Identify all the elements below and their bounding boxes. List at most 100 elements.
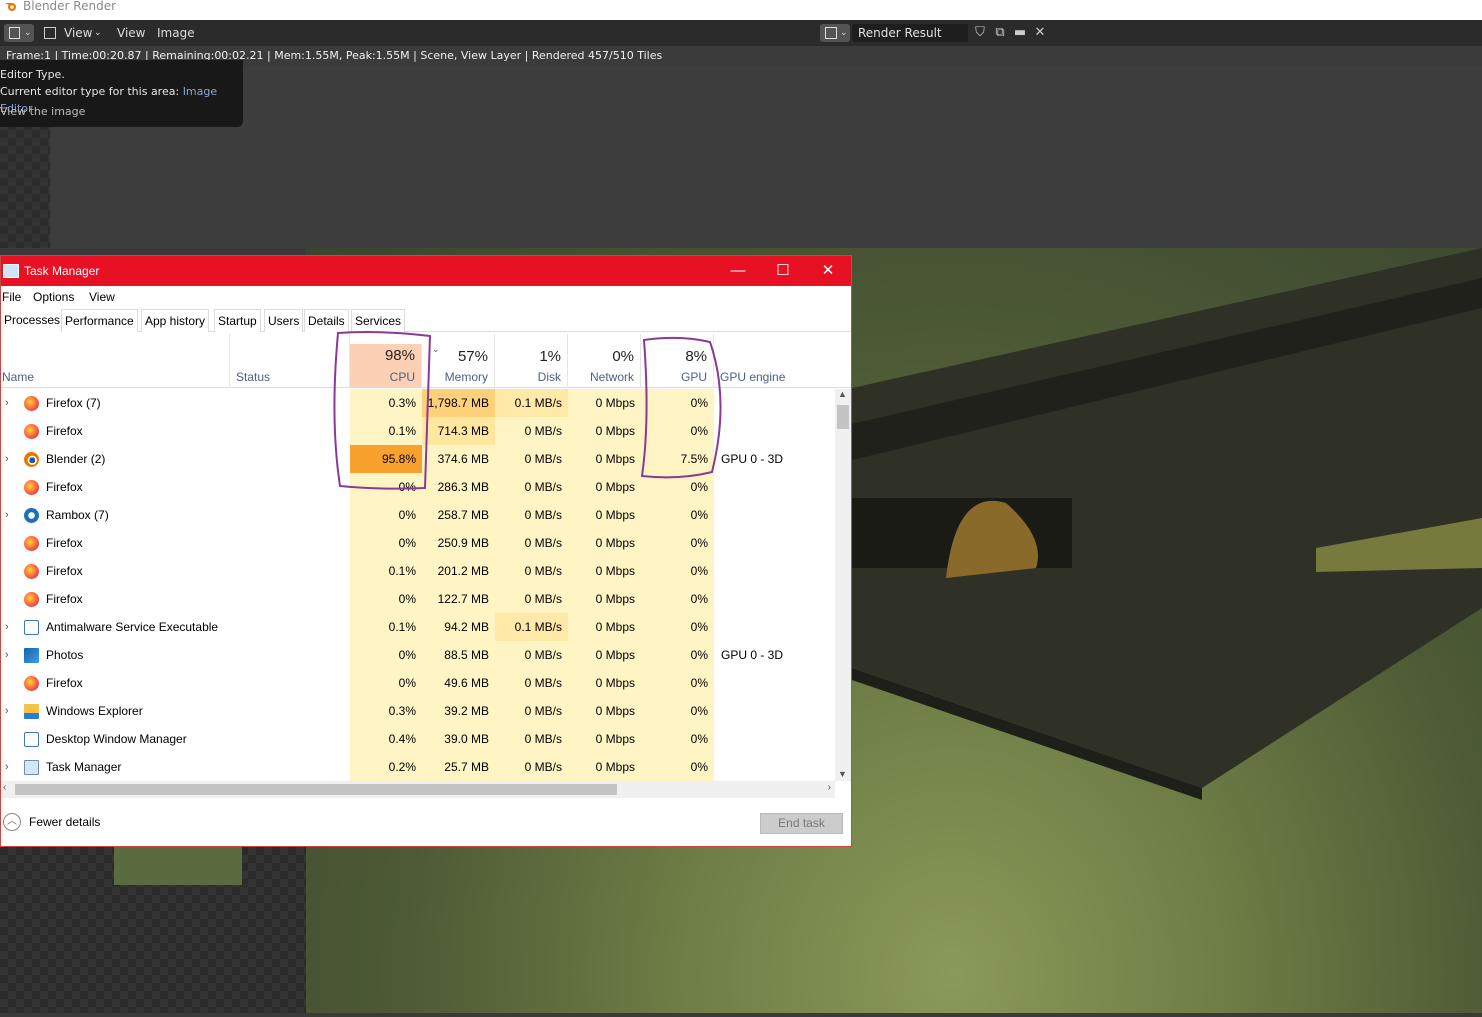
table-row[interactable]: Firefox 0% 250.9 MB 0 MB/s 0 Mbps 0%	[1, 529, 835, 557]
table-row[interactable]: › Photos 0% 88.5 MB 0 MB/s 0 Mbps 0% GPU 0 - 3D	[1, 641, 835, 669]
gpu-engine-cell	[714, 389, 834, 417]
gpu-engine-cell	[714, 585, 834, 613]
col-network[interactable]: 0% Network	[568, 334, 641, 388]
table-row[interactable]: › Rambox (7) 0% 258.7 MB 0 MB/s 0 Mbps 0%	[1, 501, 835, 529]
tab-startup[interactable]: Startup	[214, 309, 261, 332]
disk-cell: 0 MB/s	[495, 585, 568, 613]
table-row[interactable]: Firefox 0% 122.7 MB 0 MB/s 0 Mbps 0%	[1, 585, 835, 613]
process-name-cell: Desktop Window Manager	[1, 725, 229, 753]
menu-file[interactable]: File	[2, 290, 21, 304]
scroll-right-icon[interactable]: ›	[828, 782, 831, 793]
network-cell: 0 Mbps	[568, 613, 641, 641]
tooltip-line: Current editor type for this area: Image…	[0, 83, 243, 115]
scroll-down-icon[interactable]: ▼	[838, 769, 847, 779]
process-name: Firefox	[46, 592, 83, 606]
cpu-cell: 0.2%	[350, 753, 422, 781]
process-name-cell: Firefox	[1, 557, 229, 585]
menu-view[interactable]: View	[89, 290, 115, 304]
table-row[interactable]: › Antimalware Service Executable 0.1% 94.2 …	[1, 613, 835, 641]
firefox-icon	[24, 396, 39, 411]
table-row[interactable]: › Blender (2) 95.8% 374.6 MB 0 MB/s 0 Mbps 7.5…	[1, 445, 835, 473]
shield-icon[interactable]: ⛉	[971, 25, 989, 41]
maximize-button[interactable]: ☐	[760, 256, 806, 286]
tab-app-history[interactable]: App history	[141, 309, 210, 332]
col-gpu-engine[interactable]: GPU engine	[714, 334, 835, 388]
view-mode-dropdown[interactable]: View ⌄	[40, 24, 106, 42]
expand-chevron-icon[interactable]: ›	[5, 501, 15, 529]
col-disk-label: Disk	[537, 370, 561, 384]
minimize-button[interactable]: —	[715, 256, 761, 286]
network-cell: 0 Mbps	[568, 557, 641, 585]
horizontal-scrollbar[interactable]: ‹ ›	[1, 781, 835, 798]
tab-users[interactable]: Users	[264, 309, 304, 332]
tab-details[interactable]: Details	[304, 309, 349, 332]
disk-cell: 0 MB/s	[495, 445, 568, 473]
expand-chevron-icon[interactable]: ›	[5, 697, 15, 725]
col-name[interactable]: Name	[1, 334, 230, 388]
scroll-up-icon[interactable]: ▲	[838, 389, 847, 399]
render-tile-region	[114, 847, 242, 885]
table-row[interactable]: › Task Manager 0.2% 25.7 MB 0 MB/s 0 Mbps 0%	[1, 753, 835, 781]
disk-cell: 0 MB/s	[495, 641, 568, 669]
process-name: Task Manager	[46, 760, 122, 774]
process-name: Firefox	[46, 536, 83, 550]
table-row[interactable]: Firefox 0% 49.6 MB 0 MB/s 0 Mbps 0%	[1, 669, 835, 697]
process-name: Firefox	[46, 480, 83, 494]
end-task-button[interactable]: End task	[760, 813, 843, 834]
col-gpu[interactable]: 8% GPU	[641, 334, 714, 388]
image-icon	[825, 27, 837, 39]
chevron-down-icon: ⌄	[94, 28, 102, 38]
table-row[interactable]: Firefox 0.1% 714.3 MB 0 MB/s 0 Mbps 0%	[1, 417, 835, 445]
col-disk[interactable]: 1% Disk	[495, 334, 568, 388]
expand-chevron-icon[interactable]: ›	[5, 389, 15, 417]
horizontal-scroll-thumb[interactable]	[15, 784, 617, 795]
cpu-cell: 0.1%	[350, 557, 422, 585]
col-cpu[interactable]: 98% CPU	[350, 344, 422, 388]
scroll-left-icon[interactable]: ‹	[3, 782, 6, 793]
vertical-scroll-thumb[interactable]	[837, 405, 849, 429]
gpu-cell: 0%	[641, 697, 714, 725]
close-button[interactable]: ✕	[805, 256, 851, 286]
tab-services[interactable]: Services	[351, 309, 406, 332]
table-row[interactable]: › Firefox (7) 0.3% 1,798.7 MB 0.1 MB/s 0 Mbps…	[1, 389, 835, 417]
close-icon[interactable]: ✕	[1031, 25, 1049, 41]
disk-cell: 0 MB/s	[495, 557, 568, 585]
duplicate-icon[interactable]: ⧉	[991, 25, 1009, 41]
menu-image[interactable]: Image	[157, 24, 195, 42]
expand-chevron-icon[interactable]: ›	[5, 753, 15, 781]
col-memory[interactable]: ⌄ 57% Memory	[422, 334, 495, 388]
expand-chevron-icon[interactable]: ›	[5, 613, 15, 641]
vertical-scrollbar[interactable]: ▲ ▼	[835, 389, 851, 781]
blender-icon	[24, 452, 39, 467]
menu-view[interactable]: View	[117, 24, 146, 42]
expand-chevron-icon[interactable]: ›	[5, 445, 15, 473]
col-gpu-label: GPU	[680, 370, 707, 384]
col-status[interactable]: Status	[230, 334, 350, 388]
process-name-cell: Firefox	[1, 529, 229, 557]
gpu-cell: 0%	[641, 613, 714, 641]
memory-cell: 25.7 MB	[422, 753, 495, 781]
expand-chevron-icon[interactable]: ›	[5, 641, 15, 669]
task-manager-titlebar[interactable]: Task Manager — ☐ ✕	[1, 256, 851, 286]
process-name: Firefox	[46, 676, 83, 690]
blender-image-editor-header: ⌄ View ⌄ View Image ⌄ Render Result ⛉ ⧉ …	[0, 20, 1482, 46]
editor-type-button[interactable]: ⌄	[4, 24, 34, 42]
table-row[interactable]: › Windows Explorer 0.3% 39.2 MB 0 MB/s 0 Mbps…	[1, 697, 835, 725]
fewer-details-label: Fewer details	[29, 815, 101, 829]
process-name-cell: › Rambox (7)	[1, 501, 229, 529]
folder-icon[interactable]: ▬	[1011, 25, 1029, 41]
table-row[interactable]: Firefox 0.1% 201.2 MB 0 MB/s 0 Mbps 0%	[1, 557, 835, 585]
process-name-cell: › Photos	[1, 641, 229, 669]
menu-options[interactable]: Options	[33, 290, 74, 304]
network-cell: 0 Mbps	[568, 585, 641, 613]
image-browse-button[interactable]: ⌄	[820, 24, 850, 42]
gpu-cell: 0%	[641, 501, 714, 529]
table-row[interactable]: Desktop Window Manager 0.4% 39.0 MB 0 MB/s 0…	[1, 725, 835, 753]
render-result-field[interactable]: Render Result	[852, 24, 968, 42]
tab-performance[interactable]: Performance	[61, 309, 138, 332]
tab-processes[interactable]: Processes	[1, 309, 64, 332]
network-cell: 0 Mbps	[568, 417, 641, 445]
disk-cell: 0 MB/s	[495, 529, 568, 557]
process-name: Firefox	[46, 564, 83, 578]
table-row[interactable]: Firefox 0% 286.3 MB 0 MB/s 0 Mbps 0%	[1, 473, 835, 501]
